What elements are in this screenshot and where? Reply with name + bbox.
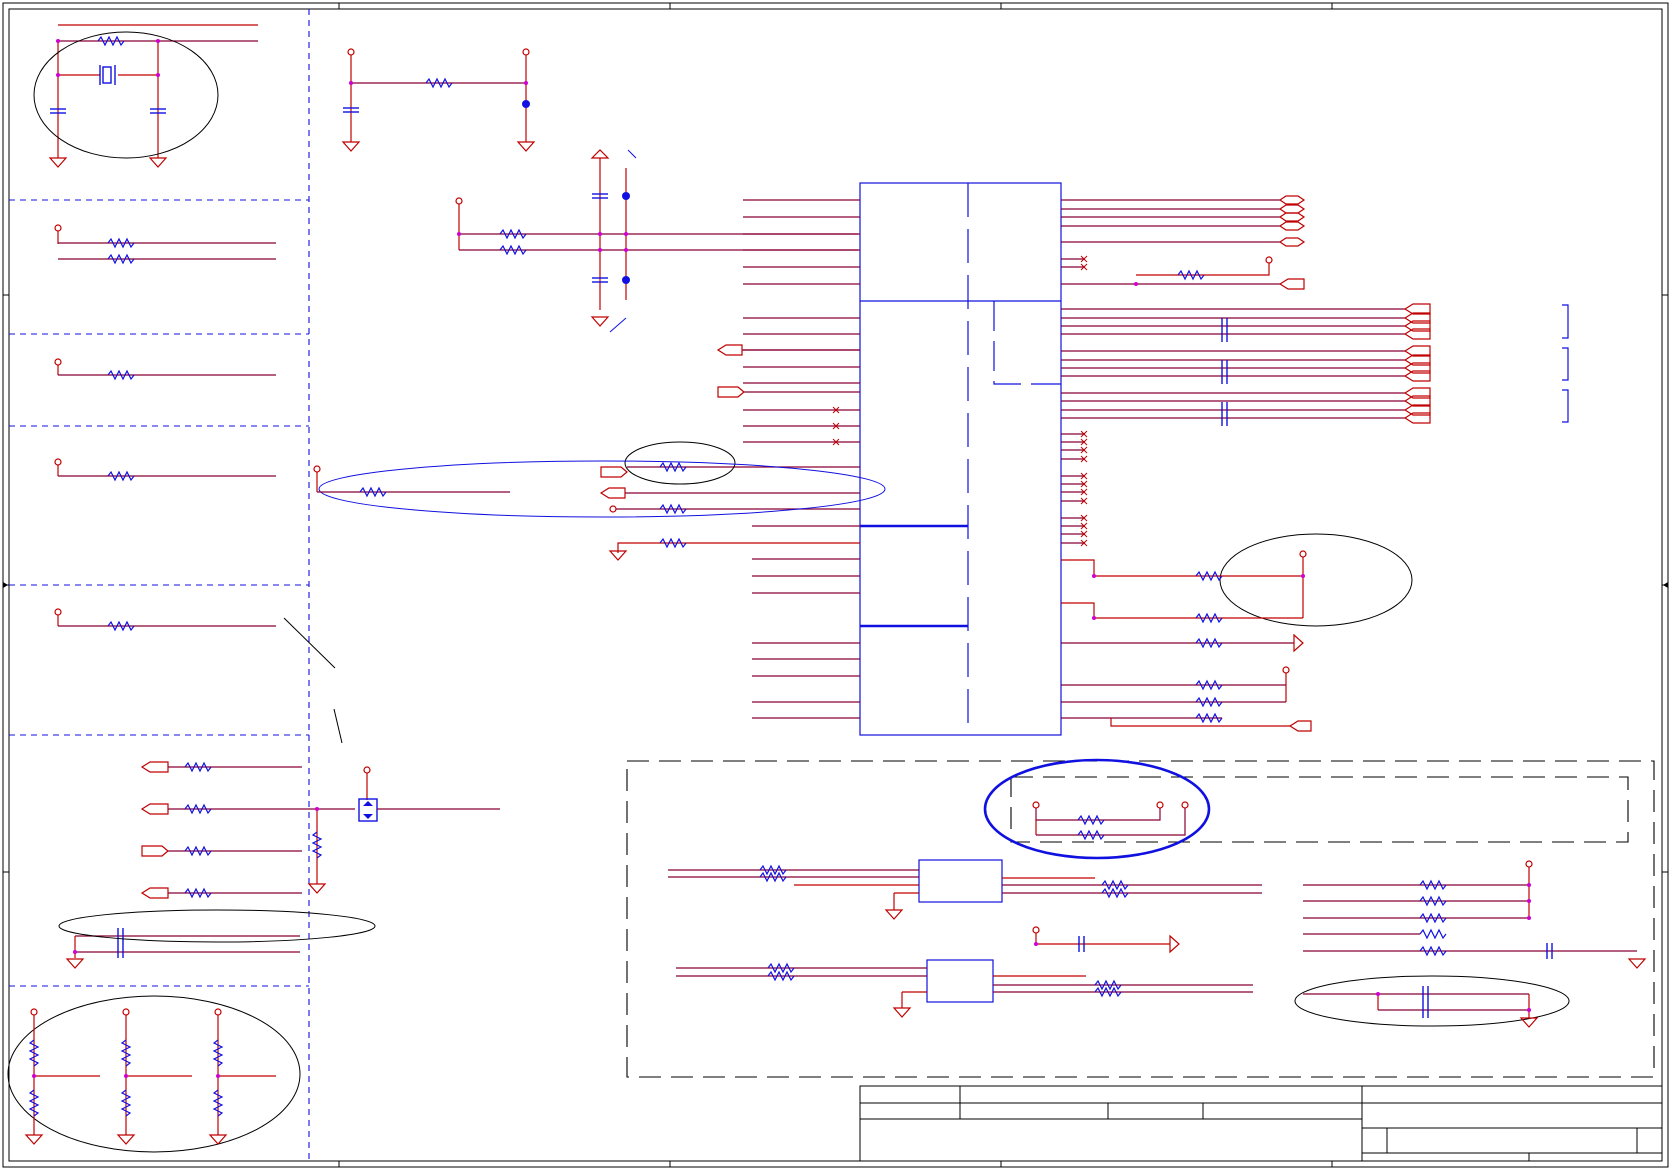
title-block (859, 1085, 1663, 1162)
port-arrow-icon (1288, 720, 1312, 732)
ground-icon (148, 157, 168, 168)
ground-icon (1169, 934, 1180, 954)
main-ic-symbol (859, 182, 1062, 736)
ic-left-ports (313, 344, 886, 561)
port-arrow-icon (717, 386, 745, 398)
power-pin-icon (522, 48, 530, 56)
ic-right-outputs (1061, 195, 1569, 732)
ground-icon (48, 157, 68, 168)
schematic-canvas (2, 2, 1669, 1168)
port-arrow-icon (140, 803, 169, 815)
ground-icon (116, 1134, 136, 1145)
left-resistor-block-2 (54, 358, 276, 381)
crystal-oscillator-circuit (33, 24, 258, 168)
port-arrow-icon (1278, 204, 1306, 214)
left-resistor-block-3 (54, 458, 276, 482)
ground-icon (884, 909, 904, 920)
ic-left-pins (743, 199, 860, 719)
bottom-subcircuit-region (626, 758, 1655, 1078)
port-arrow-icon (1278, 195, 1306, 205)
port-arrow-icon (1278, 278, 1305, 290)
mosfet-icon (358, 798, 378, 822)
schematic-sheet (0, 0, 1671, 1170)
port-arrow-icon (1278, 237, 1306, 247)
ground-icon (516, 141, 536, 152)
ground-icon (341, 141, 361, 152)
left-resistor-block-4 (54, 608, 343, 744)
power-pin-icon (363, 766, 371, 774)
port-arrow-icon (600, 466, 628, 478)
ground-icon (24, 1134, 44, 1145)
port-arrow-icon (1278, 212, 1306, 222)
ground-icon (1293, 633, 1304, 653)
decoupling-capacitor-circuit (58, 909, 376, 969)
ground-icon (892, 1007, 912, 1018)
left-section-dividers (9, 9, 310, 1161)
ground-icon (1627, 958, 1647, 969)
port-arrow-icon (1278, 221, 1306, 231)
reset-rc-circuit (341, 48, 536, 152)
ground-icon (590, 316, 610, 327)
port-arrow-icon (716, 344, 743, 356)
ground-icon (65, 958, 85, 969)
power-pin-icon (347, 48, 355, 56)
left-resistor-block-1 (54, 224, 276, 265)
ground-icon (307, 883, 327, 894)
data-line-filter-circuit (455, 149, 858, 333)
port-arrow-icon (141, 845, 169, 857)
port-arrow-icon (140, 761, 169, 773)
crystal-icon (99, 65, 116, 85)
port-arrow-icon (599, 487, 626, 499)
voltage-divider-circuits (7, 995, 301, 1153)
mosfet-level-shift-circuit (140, 761, 500, 899)
port-arrow-icon (140, 887, 169, 899)
